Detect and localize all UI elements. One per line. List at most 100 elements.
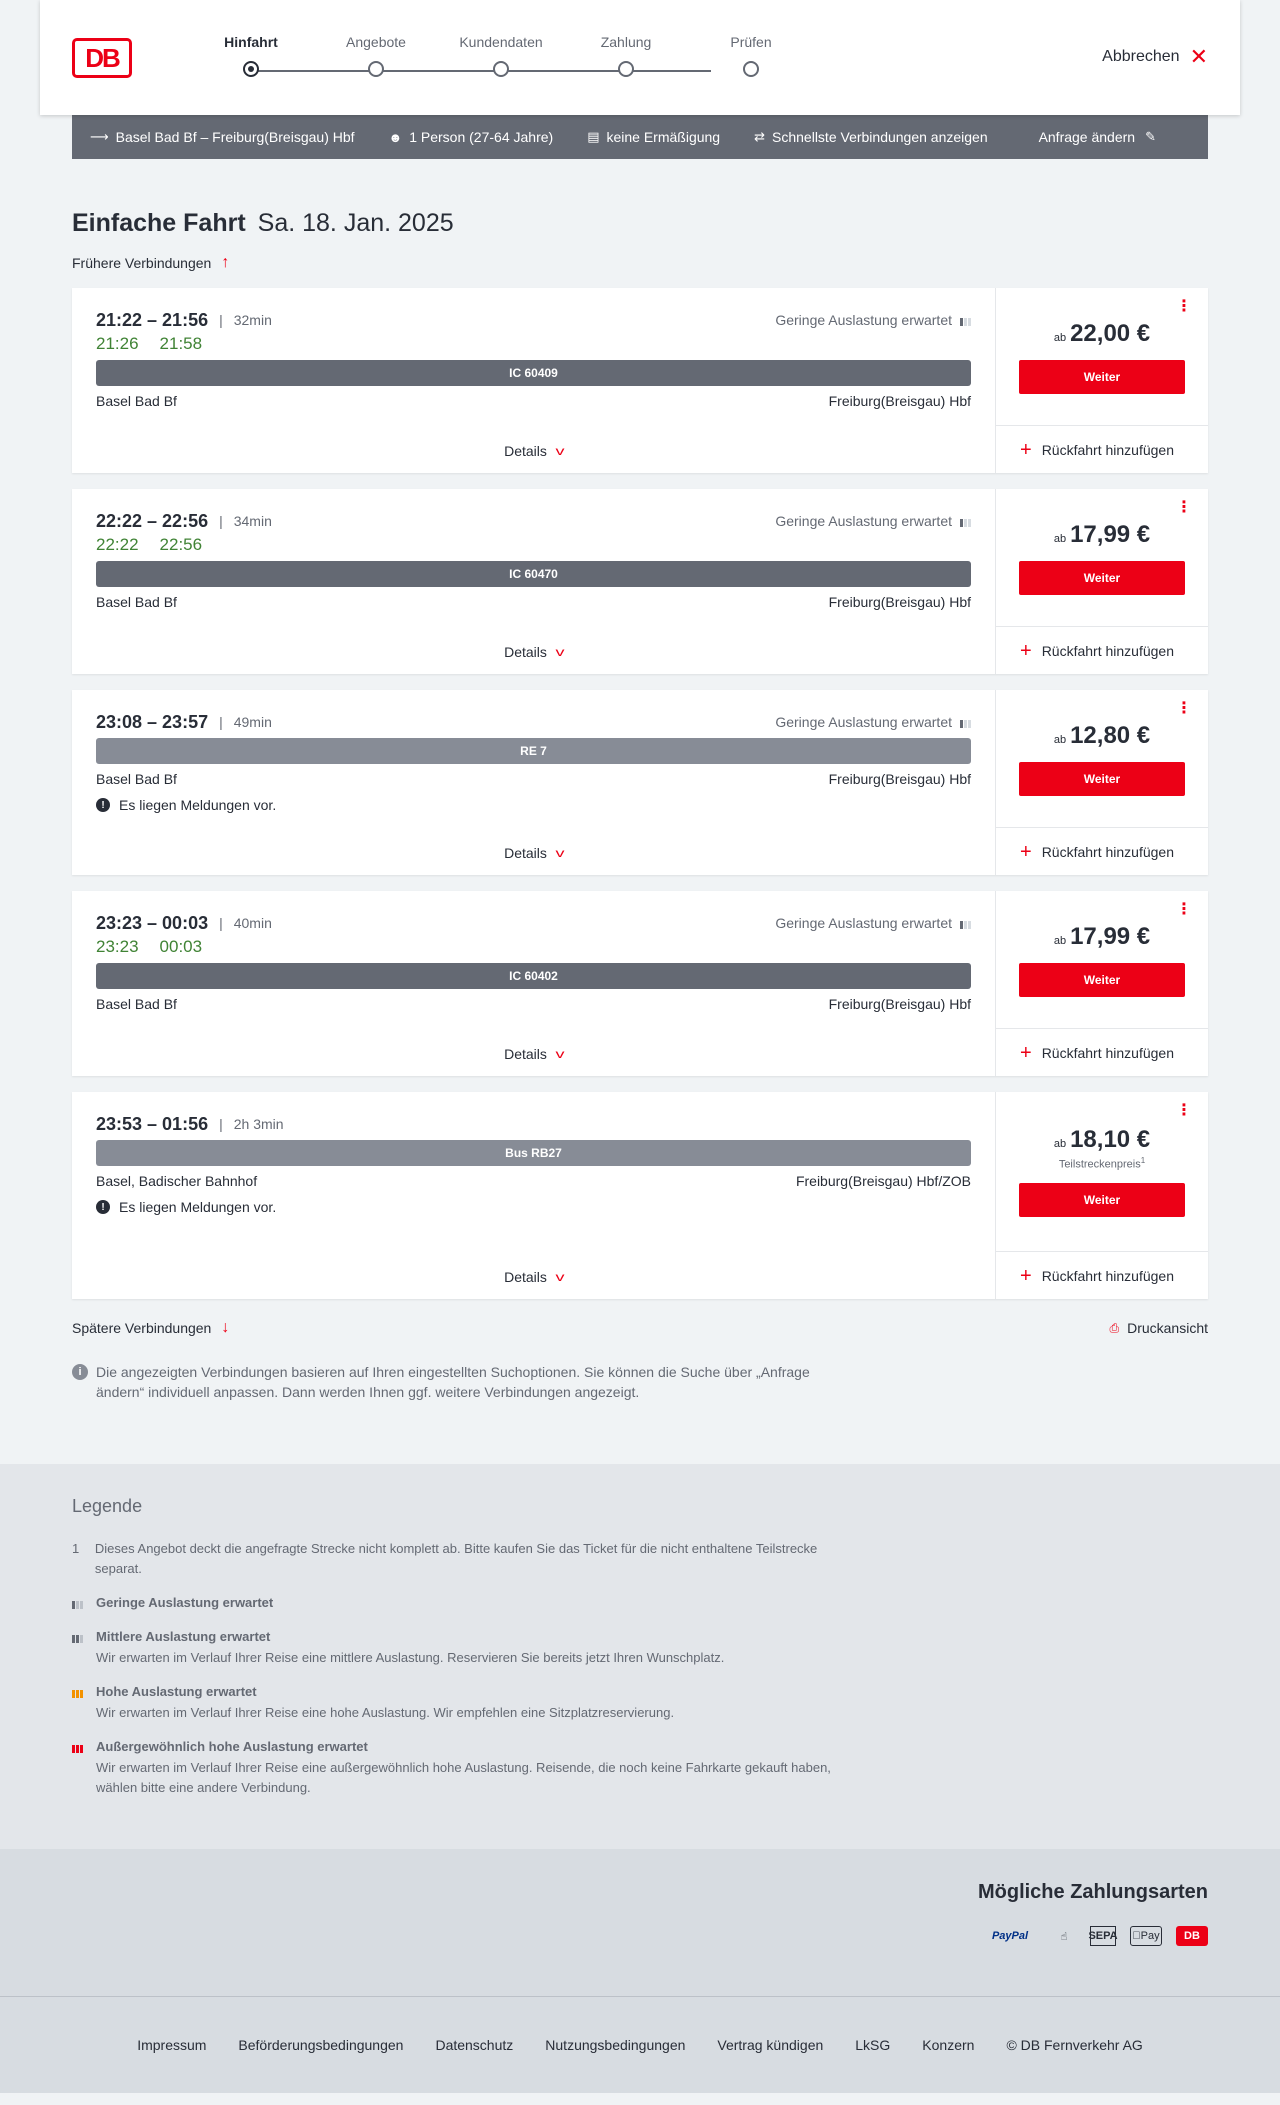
continue-button[interactable]: Weiter (1019, 962, 1185, 997)
details-toggle[interactable]: Details v (72, 443, 995, 459)
payment-methods-section: Mögliche Zahlungsarten PayPal ☝ SEPA Pa… (0, 1849, 1280, 1996)
add-return-label: Rückfahrt hinzufügen (1041, 1044, 1174, 1061)
add-return-label: Rückfahrt hinzufügen (1041, 1267, 1174, 1284)
footer-link-vertrag-kuendigen[interactable]: Vertrag kündigen (717, 2037, 823, 2053)
footnote-ref: 1 (1140, 1156, 1146, 1166)
footer: Impressum Beförderungsbedingungen Datens… (0, 1996, 1280, 2093)
legend-section: Legende 1 Dieses Angebot deckt die angef… (0, 1464, 1280, 1849)
train-bar[interactable]: IC 60402 (96, 963, 971, 989)
message-text: Es liegen Meldungen vor. (119, 797, 277, 813)
add-return-button[interactable]: + Rückfahrt hinzufügen (996, 626, 1208, 674)
discount-summary[interactable]: ▤ keine Ermäßigung (587, 129, 720, 145)
footer-link-konzern[interactable]: Konzern (922, 2037, 974, 2053)
more-options-icon[interactable]: ⋮ (1176, 1103, 1192, 1119)
continue-label: Weiter (1083, 972, 1121, 987)
connection-details-area[interactable]: 22:22 – 22:56 | 34min Geringe Auslastung… (72, 489, 995, 674)
trip-date: Sa. 18. Jan. 2025 (257, 209, 454, 237)
occupancy-low-icon (960, 314, 971, 326)
occupancy-text: Geringe Auslastung erwartet (775, 513, 952, 529)
message-text: Es liegen Meldungen vor. (119, 1199, 277, 1215)
add-return-button[interactable]: + Rückfahrt hinzufügen (996, 1028, 1208, 1076)
footer-link-befoerderungsbedingungen[interactable]: Beförderungsbedingungen (238, 2037, 403, 2053)
option-summary[interactable]: ⇄ Schnellste Verbindungen anzeigen (754, 129, 988, 145)
apple-pay-icon: Pay (1130, 1926, 1162, 1946)
footer-link-datenschutz[interactable]: Datenschutz (435, 2037, 513, 2053)
swap-icon: ⇄ (754, 129, 766, 144)
occupancy-info: Geringe Auslastung erwartet (775, 513, 971, 529)
details-toggle[interactable]: Details v (72, 845, 995, 861)
arrow-up-icon: ↑ (221, 254, 230, 271)
cancel-button[interactable]: Abbrechen ✕ (1102, 46, 1208, 68)
change-request-label: Anfrage ändern (1038, 129, 1136, 145)
train-bar[interactable]: RE 7 (96, 738, 971, 764)
continue-button[interactable]: Weiter (1019, 560, 1185, 595)
high-occupancy-icon (72, 1686, 85, 1698)
departure-station: Basel Bad Bf (96, 594, 177, 610)
step-dot (243, 61, 259, 77)
message-notice: ! Es liegen Meldungen vor. (96, 796, 971, 814)
footer-link-nutzungsbedingungen[interactable]: Nutzungsbedingungen (545, 2037, 685, 2053)
connection-times: 23:53 – 01:56 (96, 1113, 209, 1134)
print-view-link[interactable]: ⎙ Druckansicht (1109, 1319, 1208, 1337)
separator: | (219, 714, 223, 730)
stations: Basel Bad Bf Freiburg(Breisgau) Hbf (96, 771, 971, 789)
legend-item-title: Mittlere Auslastung erwartet (96, 1629, 271, 1644)
results-main: Einfache Fahrt Sa. 18. Jan. 2025 Frühere… (72, 209, 1208, 1402)
page-title: Einfache Fahrt Sa. 18. Jan. 2025 (72, 209, 1208, 238)
details-label: Details (504, 644, 547, 660)
connection-details-area[interactable]: 23:08 – 23:57 | 49min Geringe Auslastung… (72, 690, 995, 875)
plus-icon: + (1020, 438, 1032, 461)
footer-copyright: © DB Fernverkehr AG (1006, 2037, 1143, 2053)
legend-item-desc: Wir erwarten im Verlauf Ihrer Reise eine… (96, 1650, 725, 1665)
price-panel: ⋮ ab 17,99 € Weiter + Rückfahrt hinzufüg… (995, 489, 1208, 674)
train-name: RE 7 (520, 744, 547, 758)
change-request-button[interactable]: Anfrage ändern ✎ (1039, 129, 1156, 145)
more-options-icon[interactable]: ⋮ (1176, 701, 1192, 717)
later-connections-link[interactable]: Spätere Verbindungen ↓ (72, 1319, 229, 1337)
details-toggle[interactable]: Details v (72, 1269, 995, 1285)
footer-link-lksg[interactable]: LkSG (855, 2037, 890, 2053)
arrival-station: Freiburg(Breisgau) Hbf (828, 393, 971, 409)
separator: | (219, 312, 223, 328)
continue-button[interactable]: Weiter (1019, 761, 1185, 796)
route-text: Basel Bad Bf – Freiburg(Breisgau) Hbf (115, 129, 355, 145)
search-info-note: i Die angezeigten Verbindungen basieren … (72, 1362, 852, 1402)
header: DB Hinfahrt Angebote Kundendaten Zahlung… (40, 0, 1240, 115)
more-options-icon[interactable]: ⋮ (1176, 500, 1192, 516)
legend-item-desc: Wir erwarten im Verlauf Ihrer Reise eine… (96, 1705, 675, 1720)
connection-card-4: 23:23 – 00:03 | 40min Geringe Auslastung… (72, 891, 1208, 1076)
payment-title: Mögliche Zahlungsarten (977, 1881, 1208, 1903)
footer-link-impressum[interactable]: Impressum (137, 2037, 206, 2053)
route-arrow-icon: ⟶ (90, 129, 109, 144)
continue-button[interactable]: Weiter (1019, 1182, 1185, 1217)
train-name: IC 60470 (509, 567, 558, 581)
more-options-icon[interactable]: ⋮ (1176, 902, 1192, 918)
train-bar[interactable]: Bus RB27 (96, 1140, 971, 1166)
medium-occupancy-icon (72, 1631, 85, 1643)
legend-item-title: Außergewöhnlich hohe Auslastung erwartet (96, 1739, 368, 1754)
arrival-station: Freiburg(Breisgau) Hbf (828, 594, 971, 610)
step-hinfahrt[interactable]: Hinfahrt (201, 34, 301, 77)
add-return-button[interactable]: + Rückfahrt hinzufügen (996, 425, 1208, 473)
connection-details-area[interactable]: 21:22 – 21:56 | 32min Geringe Auslastung… (72, 288, 995, 473)
route-summary[interactable]: ⟶ Basel Bad Bf – Freiburg(Breisgau) Hbf (90, 129, 355, 145)
connection-times: 21:22 – 21:56 (96, 309, 209, 330)
earlier-connections-link[interactable]: Frühere Verbindungen ↑ (72, 254, 1208, 272)
price-value: 17,99 € (1070, 520, 1151, 548)
stations: Basel Bad Bf Freiburg(Breisgau) Hbf (96, 996, 971, 1014)
add-return-button[interactable]: + Rückfahrt hinzufügen (996, 1251, 1208, 1299)
person-icon: ☻ (388, 129, 403, 145)
train-bar[interactable]: IC 60409 (96, 360, 971, 386)
connection-details-area[interactable]: 23:23 – 00:03 | 40min Geringe Auslastung… (72, 891, 995, 1076)
connection-details-area[interactable]: 23:53 – 01:56 | 2h 3min Bus RB27 Basel, … (72, 1092, 995, 1299)
travellers-summary[interactable]: ☻ 1 Person (27-64 Jahre) (389, 129, 554, 145)
details-toggle[interactable]: Details v (72, 1046, 995, 1062)
print-label: Druckansicht (1127, 1320, 1208, 1336)
db-logo[interactable]: DB (72, 38, 132, 78)
details-toggle[interactable]: Details v (72, 644, 995, 660)
train-bar[interactable]: IC 60470 (96, 561, 971, 587)
add-return-button[interactable]: + Rückfahrt hinzufügen (996, 827, 1208, 875)
more-options-icon[interactable]: ⋮ (1176, 299, 1192, 315)
price-value: 22,00 € (1070, 319, 1151, 347)
continue-button[interactable]: Weiter (1019, 359, 1185, 394)
